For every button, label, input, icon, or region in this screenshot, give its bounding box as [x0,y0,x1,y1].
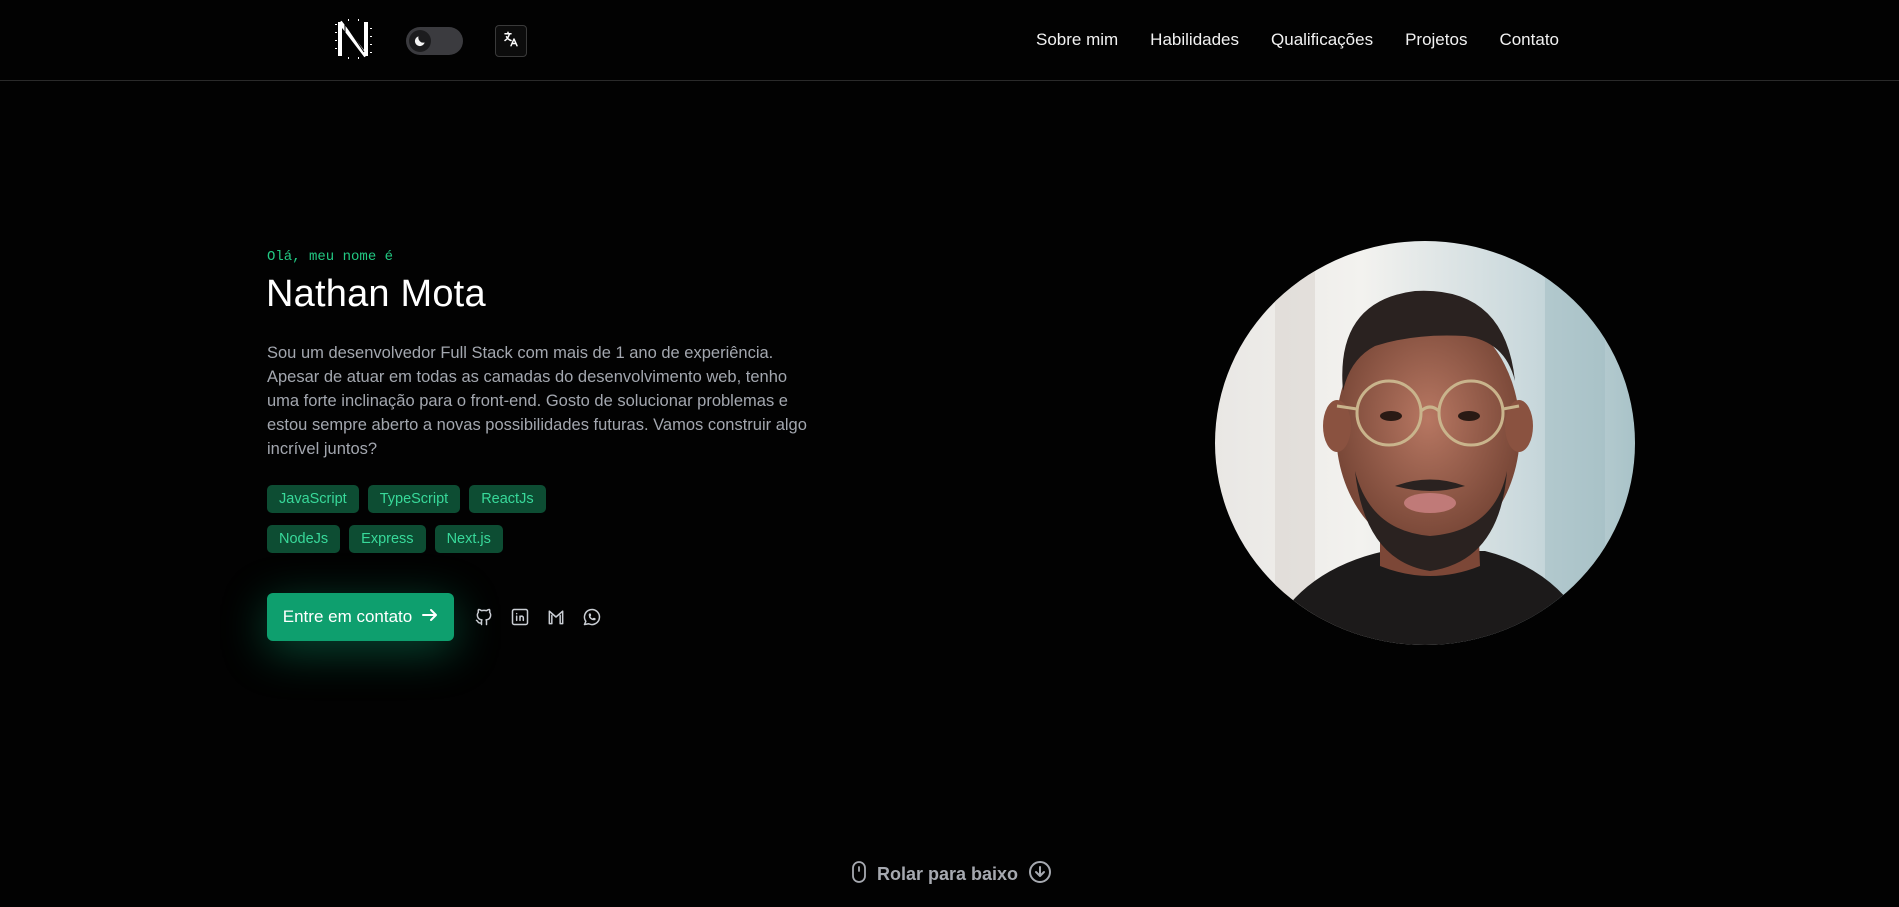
translate-icon [502,30,520,53]
arrow-down-circle-icon [1028,860,1052,889]
contact-button-label: Entre em contato [282,607,413,626]
skill-tags: JavaScript TypeScript ReactJs NodeJs Exp… [267,485,587,553]
contact-button[interactable]: Entre em contato [267,593,454,641]
github-icon[interactable] [474,604,494,630]
profile-photo [1215,241,1635,645]
nav-link-qualificacoes[interactable]: Qualificações [1271,29,1373,51]
skill-tag: ReactJs [469,485,546,513]
social-links [474,604,602,630]
skill-tag: TypeScript [367,485,461,513]
skill-tag: NodeJs [267,525,341,553]
nav-link-habilidades[interactable]: Habilidades [1150,29,1239,51]
theme-toggle[interactable] [406,27,463,55]
nav-link-contato[interactable]: Contato [1499,29,1559,51]
skill-tag: Express [349,525,426,553]
linkedin-icon[interactable] [510,604,530,630]
mouse-icon [851,861,867,888]
moon-icon [409,30,431,52]
hero-greeting: Olá, meu nome é [267,249,394,265]
main-nav: Sobre mim Habilidades Qualificações Proj… [1036,29,1559,51]
site-header: Sobre mim Habilidades Qualificações Proj… [0,0,1899,81]
arrow-right-icon [422,607,438,627]
nav-link-sobre-mim[interactable]: Sobre mim [1036,29,1118,51]
gmail-icon[interactable] [546,604,566,630]
scroll-down-indicator[interactable]: Rolar para baixo [851,860,1052,889]
whatsapp-icon[interactable] [582,604,602,630]
hero-bio: Sou um desenvolvedor Full Stack com mais… [267,344,807,458]
n-logo-icon[interactable] [334,18,374,60]
skill-tag: Next.js [434,525,503,553]
scroll-label: Rolar para baixo [877,864,1019,884]
hero-name: Nathan Mota [266,273,486,315]
language-button[interactable] [495,25,527,57]
nav-link-projetos[interactable]: Projetos [1405,29,1467,51]
skill-tag: JavaScript [267,485,359,513]
